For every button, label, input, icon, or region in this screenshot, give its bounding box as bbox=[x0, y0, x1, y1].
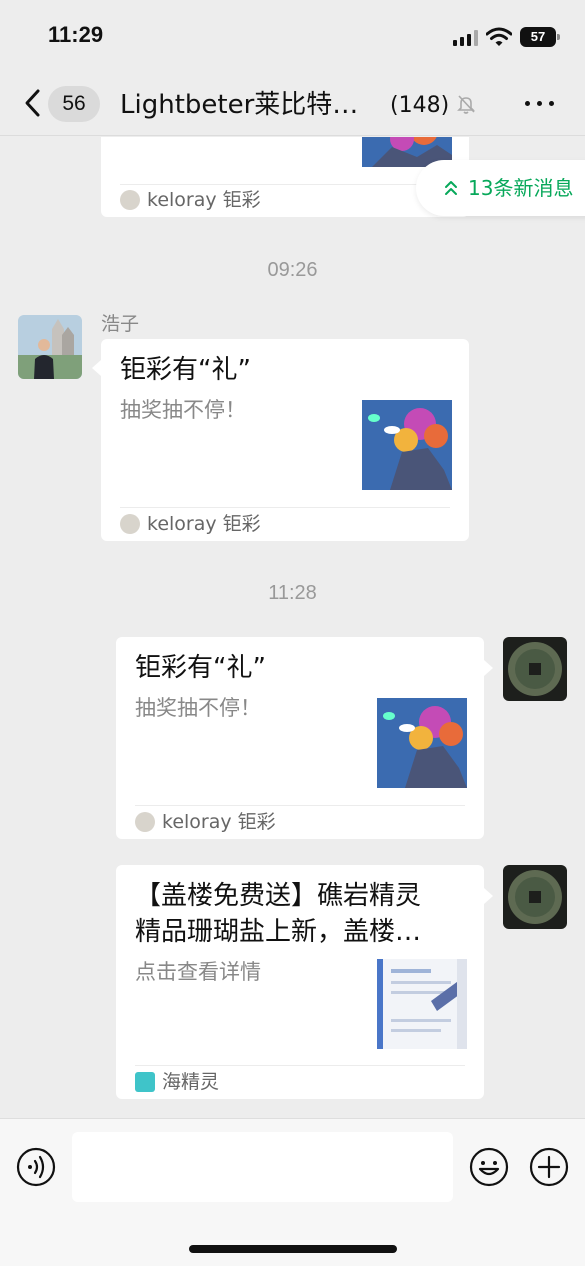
source-label: 海精灵 bbox=[162, 1071, 220, 1093]
source-label: keloray 钜彩 bbox=[162, 811, 276, 833]
source-label: keloray 钜彩 bbox=[147, 189, 261, 211]
avatar[interactable] bbox=[503, 637, 567, 701]
card-thumbnail bbox=[377, 959, 467, 1049]
sender-name: 浩子 bbox=[101, 313, 140, 335]
card-description: 点击查看详情 bbox=[135, 960, 261, 984]
card-source: keloray 钜彩 bbox=[135, 809, 276, 835]
message-list[interactable]: keloray 钜彩 09:26 浩子 钜彩有“礼” 抽奖抽不停！ kelora… bbox=[0, 137, 585, 1118]
chat-title: Lightbeter莱比特… bbox=[120, 90, 359, 120]
emoji-icon[interactable] bbox=[469, 1147, 509, 1187]
timestamp: 09:26 bbox=[267, 259, 318, 281]
card-title-line1: 【盖楼免费送】礁岩精灵 bbox=[135, 881, 422, 911]
status-time: 11:29 bbox=[48, 22, 104, 47]
link-card[interactable]: 钜彩有“礼” 抽奖抽不停！ keloray 钜彩 bbox=[101, 339, 469, 541]
timestamp: 11:28 bbox=[268, 582, 317, 604]
link-card[interactable]: 钜彩有“礼” 抽奖抽不停！ keloray 钜彩 bbox=[116, 637, 484, 839]
bubble-tail bbox=[92, 360, 101, 376]
hai-jingling-logo-icon bbox=[135, 1072, 155, 1092]
keloray-logo-icon bbox=[120, 514, 140, 534]
card-source: keloray 钜彩 bbox=[120, 187, 261, 213]
avatar[interactable] bbox=[18, 315, 82, 379]
double-chevron-up-icon bbox=[445, 181, 457, 195]
card-divider bbox=[135, 1065, 465, 1066]
card-divider bbox=[120, 507, 450, 508]
new-messages-label: 13条新消息 bbox=[468, 176, 574, 200]
card-title: 钜彩有“礼” bbox=[120, 355, 251, 385]
status-bar: 11:29 57 bbox=[0, 0, 585, 72]
card-source: 海精灵 bbox=[135, 1069, 219, 1095]
back-icon[interactable] bbox=[22, 88, 44, 118]
card-description: 抽奖抽不停！ bbox=[135, 696, 261, 720]
signal-icon bbox=[453, 30, 479, 46]
wifi-icon bbox=[486, 27, 512, 46]
card-description: 抽奖抽不停！ bbox=[120, 398, 246, 422]
bubble-tail bbox=[484, 888, 493, 904]
keloray-logo-icon bbox=[135, 812, 155, 832]
chat-header: 56 Lightbeter莱比特… (148) bbox=[0, 72, 585, 136]
card-thumbnail bbox=[377, 698, 467, 788]
unread-count-badge[interactable]: 56 bbox=[48, 86, 100, 122]
input-bar bbox=[0, 1118, 585, 1266]
card-title-line2: 精品珊瑚盐上新，盖楼… bbox=[135, 917, 422, 947]
link-card[interactable]: 【盖楼免费送】礁岩精灵 精品珊瑚盐上新，盖楼… 点击查看详情 海精灵 bbox=[116, 865, 484, 1099]
card-divider bbox=[135, 805, 465, 806]
member-count: (148) bbox=[390, 93, 450, 118]
more-icon[interactable] bbox=[522, 96, 558, 110]
voice-icon[interactable] bbox=[16, 1147, 56, 1187]
bubble-tail bbox=[484, 660, 493, 676]
avatar[interactable] bbox=[503, 865, 567, 929]
card-title: 钜彩有“礼” bbox=[135, 653, 266, 683]
source-label: keloray 钜彩 bbox=[147, 513, 261, 535]
card-thumbnail bbox=[362, 400, 452, 490]
bell-slash-icon bbox=[457, 95, 475, 114]
plus-icon[interactable] bbox=[529, 1147, 569, 1187]
keloray-logo-icon bbox=[120, 190, 140, 210]
card-divider bbox=[120, 184, 450, 185]
message-input[interactable] bbox=[72, 1132, 453, 1202]
new-messages-button[interactable]: 13条新消息 bbox=[416, 160, 585, 216]
home-indicator[interactable] bbox=[189, 1245, 397, 1253]
link-card[interactable]: keloray 钜彩 bbox=[101, 137, 469, 217]
card-source: keloray 钜彩 bbox=[120, 511, 261, 537]
battery-icon: 57 bbox=[520, 27, 560, 47]
